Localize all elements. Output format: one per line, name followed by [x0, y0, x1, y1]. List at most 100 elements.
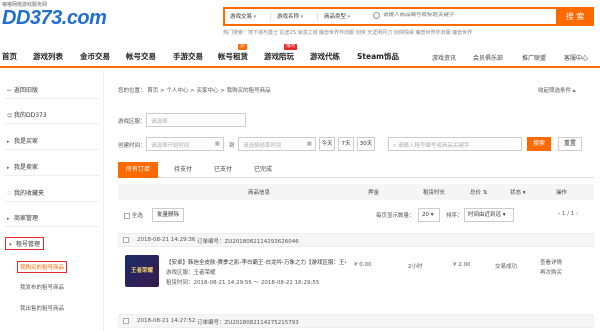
checkbox[interactable]: [124, 212, 130, 219]
sidebar: ↩ 返回旧版 ☺ 我的DD373 ▸ 我是买家 ▸ 我是卖家 ♡ 我的收藏夹 ▸ 商家管理 …: [0, 70, 104, 331]
col-status: 状态 ▾: [510, 190, 526, 196]
sidebar-seller[interactable]: ▸ 我是卖家: [7, 162, 38, 171]
prev-page-icon[interactable]: ‹: [558, 211, 560, 217]
search-button[interactable]: 搜 索: [556, 7, 594, 26]
order-duration: 2小时: [408, 264, 423, 270]
end-date-input[interactable]: 请选择结束时间 ▦: [238, 137, 316, 151]
order-group-header: 2018-08-21 14:29:36 订单编号：ZU2018082114293…: [118, 233, 594, 247]
quick-30days-button[interactable]: 30天: [357, 137, 375, 151]
next-page-icon[interactable]: ›: [576, 211, 578, 217]
search-icon: [373, 12, 380, 19]
nav-gold-trade[interactable]: 金币交易: [80, 51, 110, 62]
order-title[interactable]: 【安卓】韩信全皮肤-赛季之影-李白霸王-白龙吟-万象之力【游戏区服：王者荣耀: [166, 258, 346, 266]
order-number: 订单编号：ZU2018082114275215793: [197, 320, 299, 326]
site-logo[interactable]: DD373.com: [2, 7, 107, 30]
sidebar-my-dd373[interactable]: ☺ 我的DD373: [7, 110, 47, 119]
nav-game-companion[interactable]: 游戏陪玩 限时: [264, 44, 297, 62]
sidebar-sub-published-rent[interactable]: 我发布的租号商品: [20, 283, 64, 291]
search-icon: ⌕: [393, 143, 397, 149]
divider: [4, 98, 100, 99]
search-input[interactable]: [383, 12, 553, 18]
search-bar: 游戏交易 游戏名称 商品类型 搜 索: [223, 7, 594, 26]
game-thumbnail[interactable]: 王者荣耀: [125, 255, 159, 287]
tab-paid[interactable]: 已支付: [206, 162, 240, 178]
nav-home[interactable]: 首页: [2, 51, 17, 62]
nav-mobile-trade[interactable]: 手游交易: [173, 51, 203, 62]
buy-again-link[interactable]: 再次购买: [540, 268, 562, 276]
select-all-label: 全选: [131, 213, 143, 219]
breadcrumb-home[interactable]: 首页: [147, 88, 158, 94]
order-total: ¥ 2.00: [453, 262, 471, 268]
sidebar-back-old[interactable]: ↩ 返回旧版: [7, 85, 38, 94]
order-checkbox[interactable]: [123, 237, 129, 244]
tab-pending-payment[interactable]: 待支付: [166, 162, 200, 178]
nav-game-boosting[interactable]: 游戏代练: [310, 51, 340, 62]
nav-account-rent[interactable]: 帐号租赁 热: [218, 44, 248, 62]
query-button[interactable]: 搜索: [527, 137, 551, 151]
hot-badge: 热: [238, 44, 247, 50]
nav-account-rent-label: 帐号租赁: [218, 52, 248, 61]
sidebar-label: 商家管理: [14, 215, 39, 222]
checkbox[interactable]: [123, 237, 129, 243]
order-time: 2018-08-21 14:27:52: [137, 318, 196, 324]
table-header: 商品信息 押金 租赁时长 总价 ⇅ 状态 ▾ 操作: [118, 184, 594, 200]
nav-game-news[interactable]: 游戏资讯: [432, 53, 456, 62]
order-rent-time: 租赁时间：2018-08-21 14:29:55 ～ 2018-08-21 16…: [166, 280, 320, 286]
sidebar-sub-bought-rent[interactable]: 我购买的租号商品: [17, 261, 68, 273]
return-icon: ↩: [7, 88, 12, 94]
per-page-label: 每页显示数量：: [376, 213, 415, 219]
sidebar-rent-manage[interactable]: ▾ 租号管理: [5, 237, 45, 250]
table-toolbar: 全选 批量删除 每页显示数量： 20 ▾ 排序： 时间由近到远 ▾ ‹ 1 / …: [118, 208, 594, 222]
order-checkbox[interactable]: [123, 318, 129, 325]
start-date-input[interactable]: 请选择开始时间 ▦: [146, 137, 224, 151]
sort-select[interactable]: 时间由近到远 ▾: [464, 208, 514, 222]
quick-7days-button[interactable]: 7天: [338, 137, 354, 151]
sidebar-buyer[interactable]: ▸ 我是买家: [7, 136, 38, 145]
tab-all-orders[interactable]: 所有订单: [118, 162, 158, 178]
main-nav: 首页 游戏列表 金币交易 帐号交易 手游交易 帐号租赁 热 游戏陪玩 限时 游戏…: [0, 43, 600, 68]
per-page-select[interactable]: 20 ▾: [418, 208, 440, 222]
nav-account-trade[interactable]: 帐号交易: [126, 51, 156, 62]
col-status-label: 状态: [510, 190, 522, 196]
nav-game-list[interactable]: 游戏列表: [33, 51, 63, 62]
nav-member-club[interactable]: 会员俱乐部: [473, 53, 503, 62]
col-deposit: 押金: [368, 190, 380, 196]
breadcrumb-personal-center[interactable]: 个人中心: [166, 88, 188, 94]
calendar-icon: ▦: [214, 141, 220, 147]
reset-button[interactable]: 重置: [558, 137, 582, 151]
end-date-placeholder: 请选择结束时间: [243, 143, 282, 149]
order-number: 订单编号：ZU2018082114293626046: [197, 239, 299, 245]
sidebar-label: 我是买家: [14, 138, 39, 145]
page-indicator: 1 / 1: [561, 211, 575, 217]
collapse-filters-toggle[interactable]: 收起筛选条件 ▴: [538, 86, 576, 94]
select-all-checkbox[interactable]: 全选: [124, 211, 143, 219]
sidebar-label: 我的DD373: [14, 112, 47, 119]
nav-steam-items[interactable]: Steam饰品: [357, 51, 399, 62]
order-time: 2018-08-21 14:29:36: [137, 237, 196, 243]
keyword-input[interactable]: ⌕ 请输入租号编号或商品关键字: [388, 137, 522, 151]
tab-completed[interactable]: 已完成: [246, 162, 280, 178]
batch-delete-button[interactable]: 批量删除: [152, 208, 184, 222]
nav-game-companion-label: 游戏陪玩: [264, 52, 294, 61]
sidebar-favorites[interactable]: ♡ 我的收藏夹: [7, 188, 44, 197]
nav-customer-service[interactable]: 客服中心: [564, 53, 588, 62]
quick-today-button[interactable]: 今天: [319, 137, 335, 151]
col-rent-duration: 租赁时长: [423, 190, 446, 196]
breadcrumb-prefix: 您的位置：: [118, 88, 146, 94]
game-name-select[interactable]: 游戏名称: [277, 12, 303, 20]
checkbox[interactable]: [123, 318, 129, 324]
keyword-placeholder: 请输入租号编号或商品关键字: [397, 143, 470, 149]
order-deposit: ¥ 0.00: [354, 262, 372, 268]
breadcrumb-current: 我购买的租号商品: [226, 88, 271, 94]
nav-affiliate[interactable]: 推广联盟: [522, 53, 546, 62]
game-area-select[interactable]: 请选择: [146, 113, 246, 127]
per-page-value: 20: [422, 212, 429, 218]
hot-search-words[interactable]: 热门搜索：地下城与勇士 征途2S 浪漫之城 魔兽世界怀旧服 剑侠 天涯明月刀 剑…: [223, 29, 472, 36]
sidebar-sub-sold-rent[interactable]: 我出售的租号商品: [20, 304, 64, 312]
game-type-select[interactable]: 游戏交易: [230, 12, 256, 20]
sidebar-merchant[interactable]: ▸ 商家管理: [7, 213, 38, 222]
breadcrumb-buyer-center[interactable]: 买家中心: [197, 88, 219, 94]
divider: [4, 226, 100, 227]
view-details-link[interactable]: 查看详情: [540, 258, 562, 266]
product-type-select[interactable]: 商品类型: [324, 12, 350, 20]
